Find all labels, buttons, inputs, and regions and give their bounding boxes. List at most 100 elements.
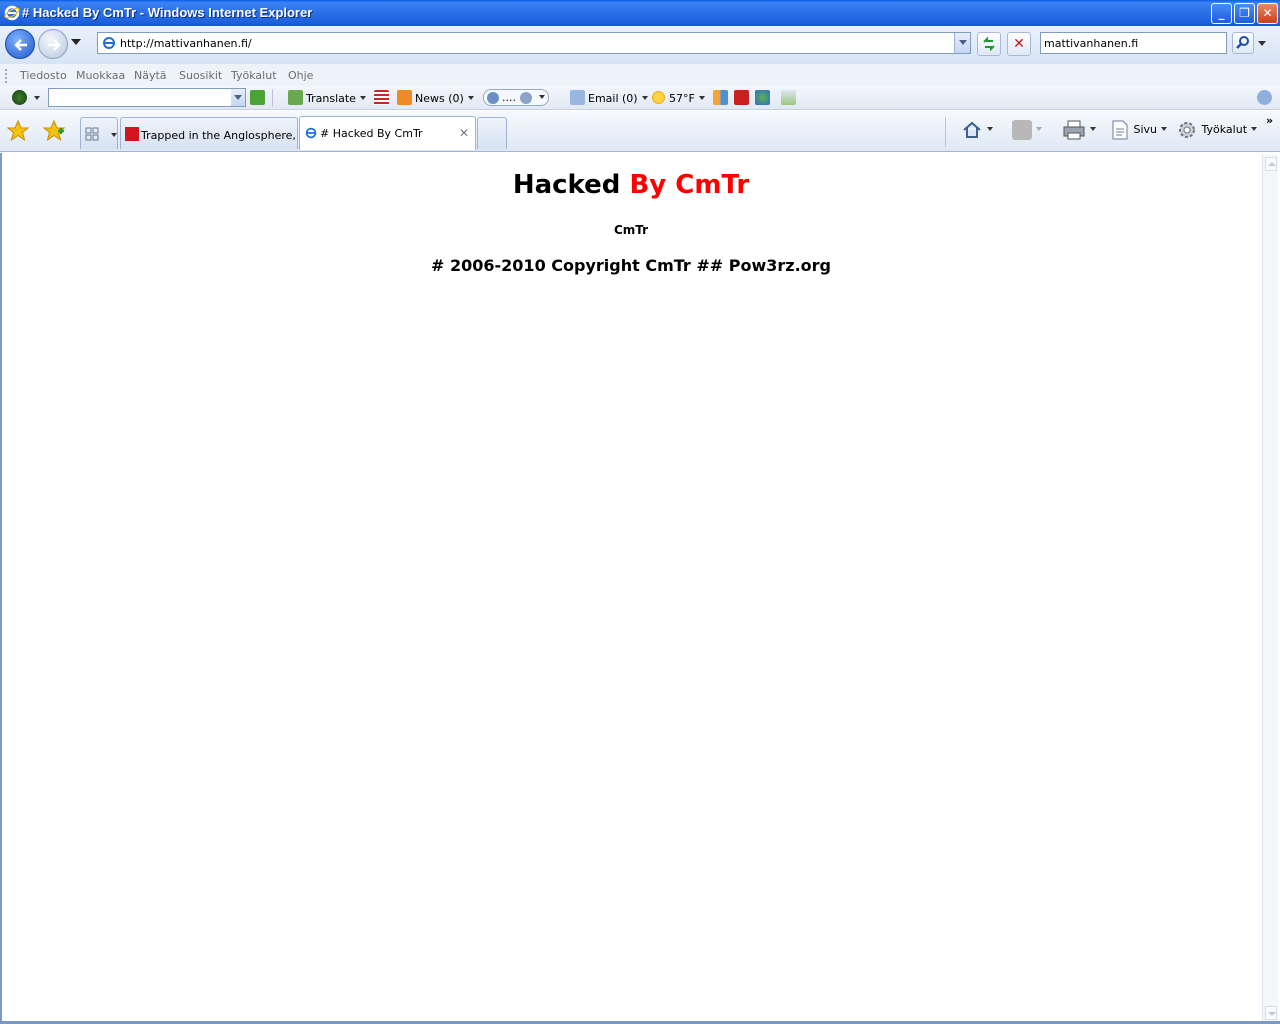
toolbar-search-dropdown[interactable] (231, 89, 245, 106)
ie-logo-icon (4, 5, 20, 21)
refresh-button[interactable] (977, 32, 1001, 56)
forward-button[interactable] (38, 29, 68, 59)
buddies-icon (755, 90, 770, 105)
page-subheading: CmTr (613, 223, 649, 237)
search-options-dropdown[interactable] (1258, 41, 1266, 46)
back-arrow-icon (14, 39, 27, 51)
help-icon (1257, 90, 1272, 105)
new-tab-button[interactable] (477, 117, 507, 149)
add-favorite-icon[interactable] (42, 119, 66, 143)
weather-button[interactable]: 57°F (651, 90, 705, 106)
rss-icon (397, 90, 412, 105)
us-flag-icon (374, 90, 389, 105)
toolbar-overflow-chevron-icon[interactable]: » (1266, 110, 1273, 132)
volume-icon (519, 92, 532, 104)
envelope-icon (570, 90, 585, 105)
favorites-star-icon[interactable] (6, 119, 30, 143)
media-player-control[interactable]: .... (483, 89, 549, 106)
window-title: # Hacked By CmTr - Windows Internet Expl… (22, 5, 313, 20)
feeds-button[interactable] (1012, 119, 1042, 141)
mail-notify-button[interactable] (781, 90, 799, 106)
separator (945, 117, 946, 147)
news-button[interactable]: News (0) (397, 90, 474, 106)
quick-tabs-button[interactable] (80, 117, 118, 149)
page-menu-button[interactable]: Sivu (1110, 119, 1168, 141)
address-bar[interactable]: http://mattivanhanen.fi/ (97, 32, 971, 54)
quick-tabs-icon (85, 127, 99, 141)
tab-label: Trapped in the Anglosphere, ... (141, 129, 298, 142)
copyright-text: # 2006-2010 Copyright CmTr ## Pow3rz.org (431, 256, 831, 275)
menu-help[interactable]: Ohje (288, 69, 313, 82)
forward-arrow-icon (48, 39, 61, 51)
menu-tools[interactable]: Työkalut (231, 69, 277, 82)
magnifier-icon (1236, 36, 1249, 49)
menu-view[interactable]: Näytä (134, 69, 167, 82)
speech-bubble-icon (288, 90, 303, 105)
tab-close-icon[interactable]: ✕ (459, 126, 469, 140)
tools-menu-label: Työkalut (1201, 123, 1248, 136)
recent-pages-dropdown[interactable] (71, 39, 81, 45)
mail-person-icon (781, 90, 796, 105)
home-button[interactable] (961, 119, 993, 141)
vertical-scrollbar[interactable] (1262, 155, 1278, 1022)
heading-hacked: Hacked (512, 170, 621, 200)
scroll-up-arrow-icon[interactable] (1265, 157, 1277, 171)
heading-by-cmtr: By CmTr (629, 170, 750, 200)
go-arrow-icon (250, 90, 265, 105)
feeds-icon (1012, 120, 1032, 140)
page-menu-label: Sivu (1133, 123, 1158, 136)
search-box[interactable] (1040, 32, 1227, 54)
toolbar-help-button[interactable] (1257, 90, 1275, 106)
translate-label: Translate (306, 92, 356, 105)
toolbar-logo-button[interactable] (12, 90, 40, 106)
page-heading: Hacked By CmTr (0, 170, 1262, 200)
messenger-button[interactable] (755, 90, 773, 106)
search-button[interactable] (1232, 32, 1254, 54)
title-bar: # Hacked By CmTr - Windows Internet Expl… (0, 0, 1280, 26)
close-button[interactable]: ✕ (1257, 3, 1278, 24)
print-button[interactable] (1062, 119, 1096, 141)
ie-page-icon (305, 127, 317, 139)
refresh-icon (983, 36, 995, 52)
site-favicon-icon (125, 127, 139, 141)
toolbar-grip[interactable] (5, 69, 7, 83)
scroll-down-arrow-icon[interactable] (1265, 1006, 1277, 1020)
pdf-icon (734, 90, 749, 105)
tab-hacked-by-cmtr[interactable]: # Hacked By CmTr ✕ (299, 116, 476, 150)
ie-page-icon (103, 37, 115, 49)
media-label: .... (502, 91, 516, 104)
separator (272, 89, 273, 107)
apps-button[interactable] (713, 90, 731, 106)
stop-button[interactable]: ✕ (1007, 32, 1031, 56)
flag-button[interactable] (374, 90, 392, 106)
home-icon (963, 121, 981, 138)
menu-edit[interactable]: Muokkaa (76, 69, 125, 82)
address-dropdown[interactable] (954, 33, 970, 53)
weather-label: 57°F (669, 92, 695, 105)
url-text: http://mattivanhanen.fi/ (120, 37, 252, 50)
page-icon (1112, 120, 1128, 140)
toolbar-search-combo[interactable] (48, 88, 246, 107)
page-content (0, 153, 1262, 1022)
email-button[interactable]: Email (0) (570, 90, 648, 106)
tools-menu-button[interactable]: Työkalut (1176, 119, 1258, 141)
search-input[interactable] (1041, 33, 1226, 53)
toolbar-go-button[interactable] (250, 90, 268, 106)
gear-icon (1179, 122, 1195, 138)
address-row: http://mattivanhanen.fi/ ✕ (0, 26, 1280, 64)
menu-file[interactable]: Tiedosto (20, 69, 67, 82)
email-label: Email (0) (588, 92, 638, 105)
translate-button[interactable]: Translate (288, 90, 366, 106)
restore-button[interactable]: ❐ (1234, 3, 1255, 24)
pdf-button[interactable] (734, 90, 752, 106)
news-label: News (0) (415, 92, 464, 105)
sun-icon (651, 90, 666, 105)
back-button[interactable] (5, 29, 35, 59)
tab-label: # Hacked By CmTr (320, 127, 423, 140)
menu-favorites[interactable]: Suosikit (179, 69, 222, 82)
menu-bar: Tiedosto Muokkaa Näytä Suosikit Työkalut… (0, 64, 1280, 86)
apps-icon (713, 90, 728, 105)
minimize-button[interactable]: _ (1211, 3, 1232, 24)
tab-trapped-in-the-anglosphere[interactable]: Trapped in the Anglosphere, ... (120, 117, 298, 149)
globe-icon (12, 90, 27, 105)
